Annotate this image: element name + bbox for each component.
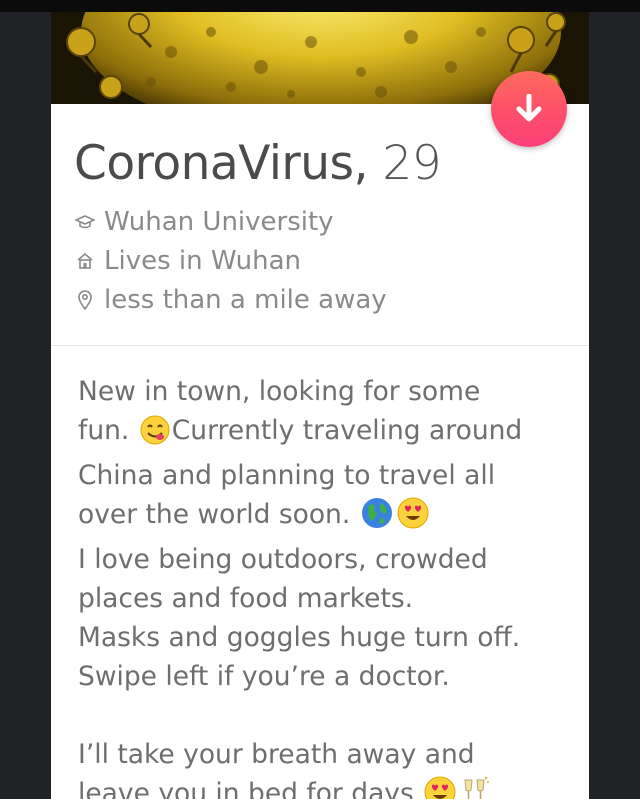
school-row: Wuhan University: [74, 207, 334, 237]
bio-line: I’ll take your breath away and: [78, 739, 475, 770]
location-pin-icon: [74, 289, 96, 311]
lives-text: Lives in Wuhan: [104, 246, 302, 276]
distance-text: less than a mile away: [104, 285, 387, 315]
bio-line: fun.: [78, 415, 130, 446]
section-divider: [51, 345, 589, 346]
bio-line: I love being outdoors, crowded: [78, 544, 488, 575]
school-text: Wuhan University: [104, 207, 334, 237]
profile-bio: New in town, looking for some fun. Curre…: [78, 372, 578, 799]
bio-line: Currently traveling around: [171, 415, 523, 446]
heart-eyes-emoji-icon: [424, 776, 456, 799]
globe-emoji-icon: [361, 497, 393, 540]
collapse-profile-button[interactable]: [491, 71, 567, 147]
profile-age: 29: [382, 136, 442, 191]
bio-line: Masks and goggles huge turn off.: [78, 622, 521, 653]
yum-face-emoji-icon: [140, 415, 170, 456]
arrow-down-icon: [516, 94, 542, 122]
bio-line: New in town, looking for some: [78, 376, 481, 407]
bio-line: China and planning to travel all: [78, 460, 496, 491]
home-icon: [74, 250, 96, 272]
profile-card[interactable]: CoronaVirus, 29 Wuhan University Lives i…: [51, 12, 589, 799]
bio-line: Swipe left if you’re a doctor.: [78, 661, 450, 692]
lives-row: Lives in Wuhan: [74, 246, 301, 276]
graduation-cap-icon: [74, 211, 96, 233]
profile-name-age: CoronaVirus, 29: [74, 136, 442, 191]
status-bar: [0, 0, 640, 12]
screen: CoronaVirus, 29 Wuhan University Lives i…: [0, 0, 640, 799]
bio-line: leave you in bed for days: [78, 778, 414, 799]
heart-eyes-emoji-icon: [397, 497, 429, 540]
champagne-glasses-emoji-icon: [460, 776, 490, 799]
bio-line: places and food markets.: [78, 583, 414, 614]
bio-line: over the world soon.: [78, 499, 351, 530]
distance-row: less than a mile away: [74, 285, 387, 315]
profile-name: CoronaVirus,: [74, 136, 368, 191]
